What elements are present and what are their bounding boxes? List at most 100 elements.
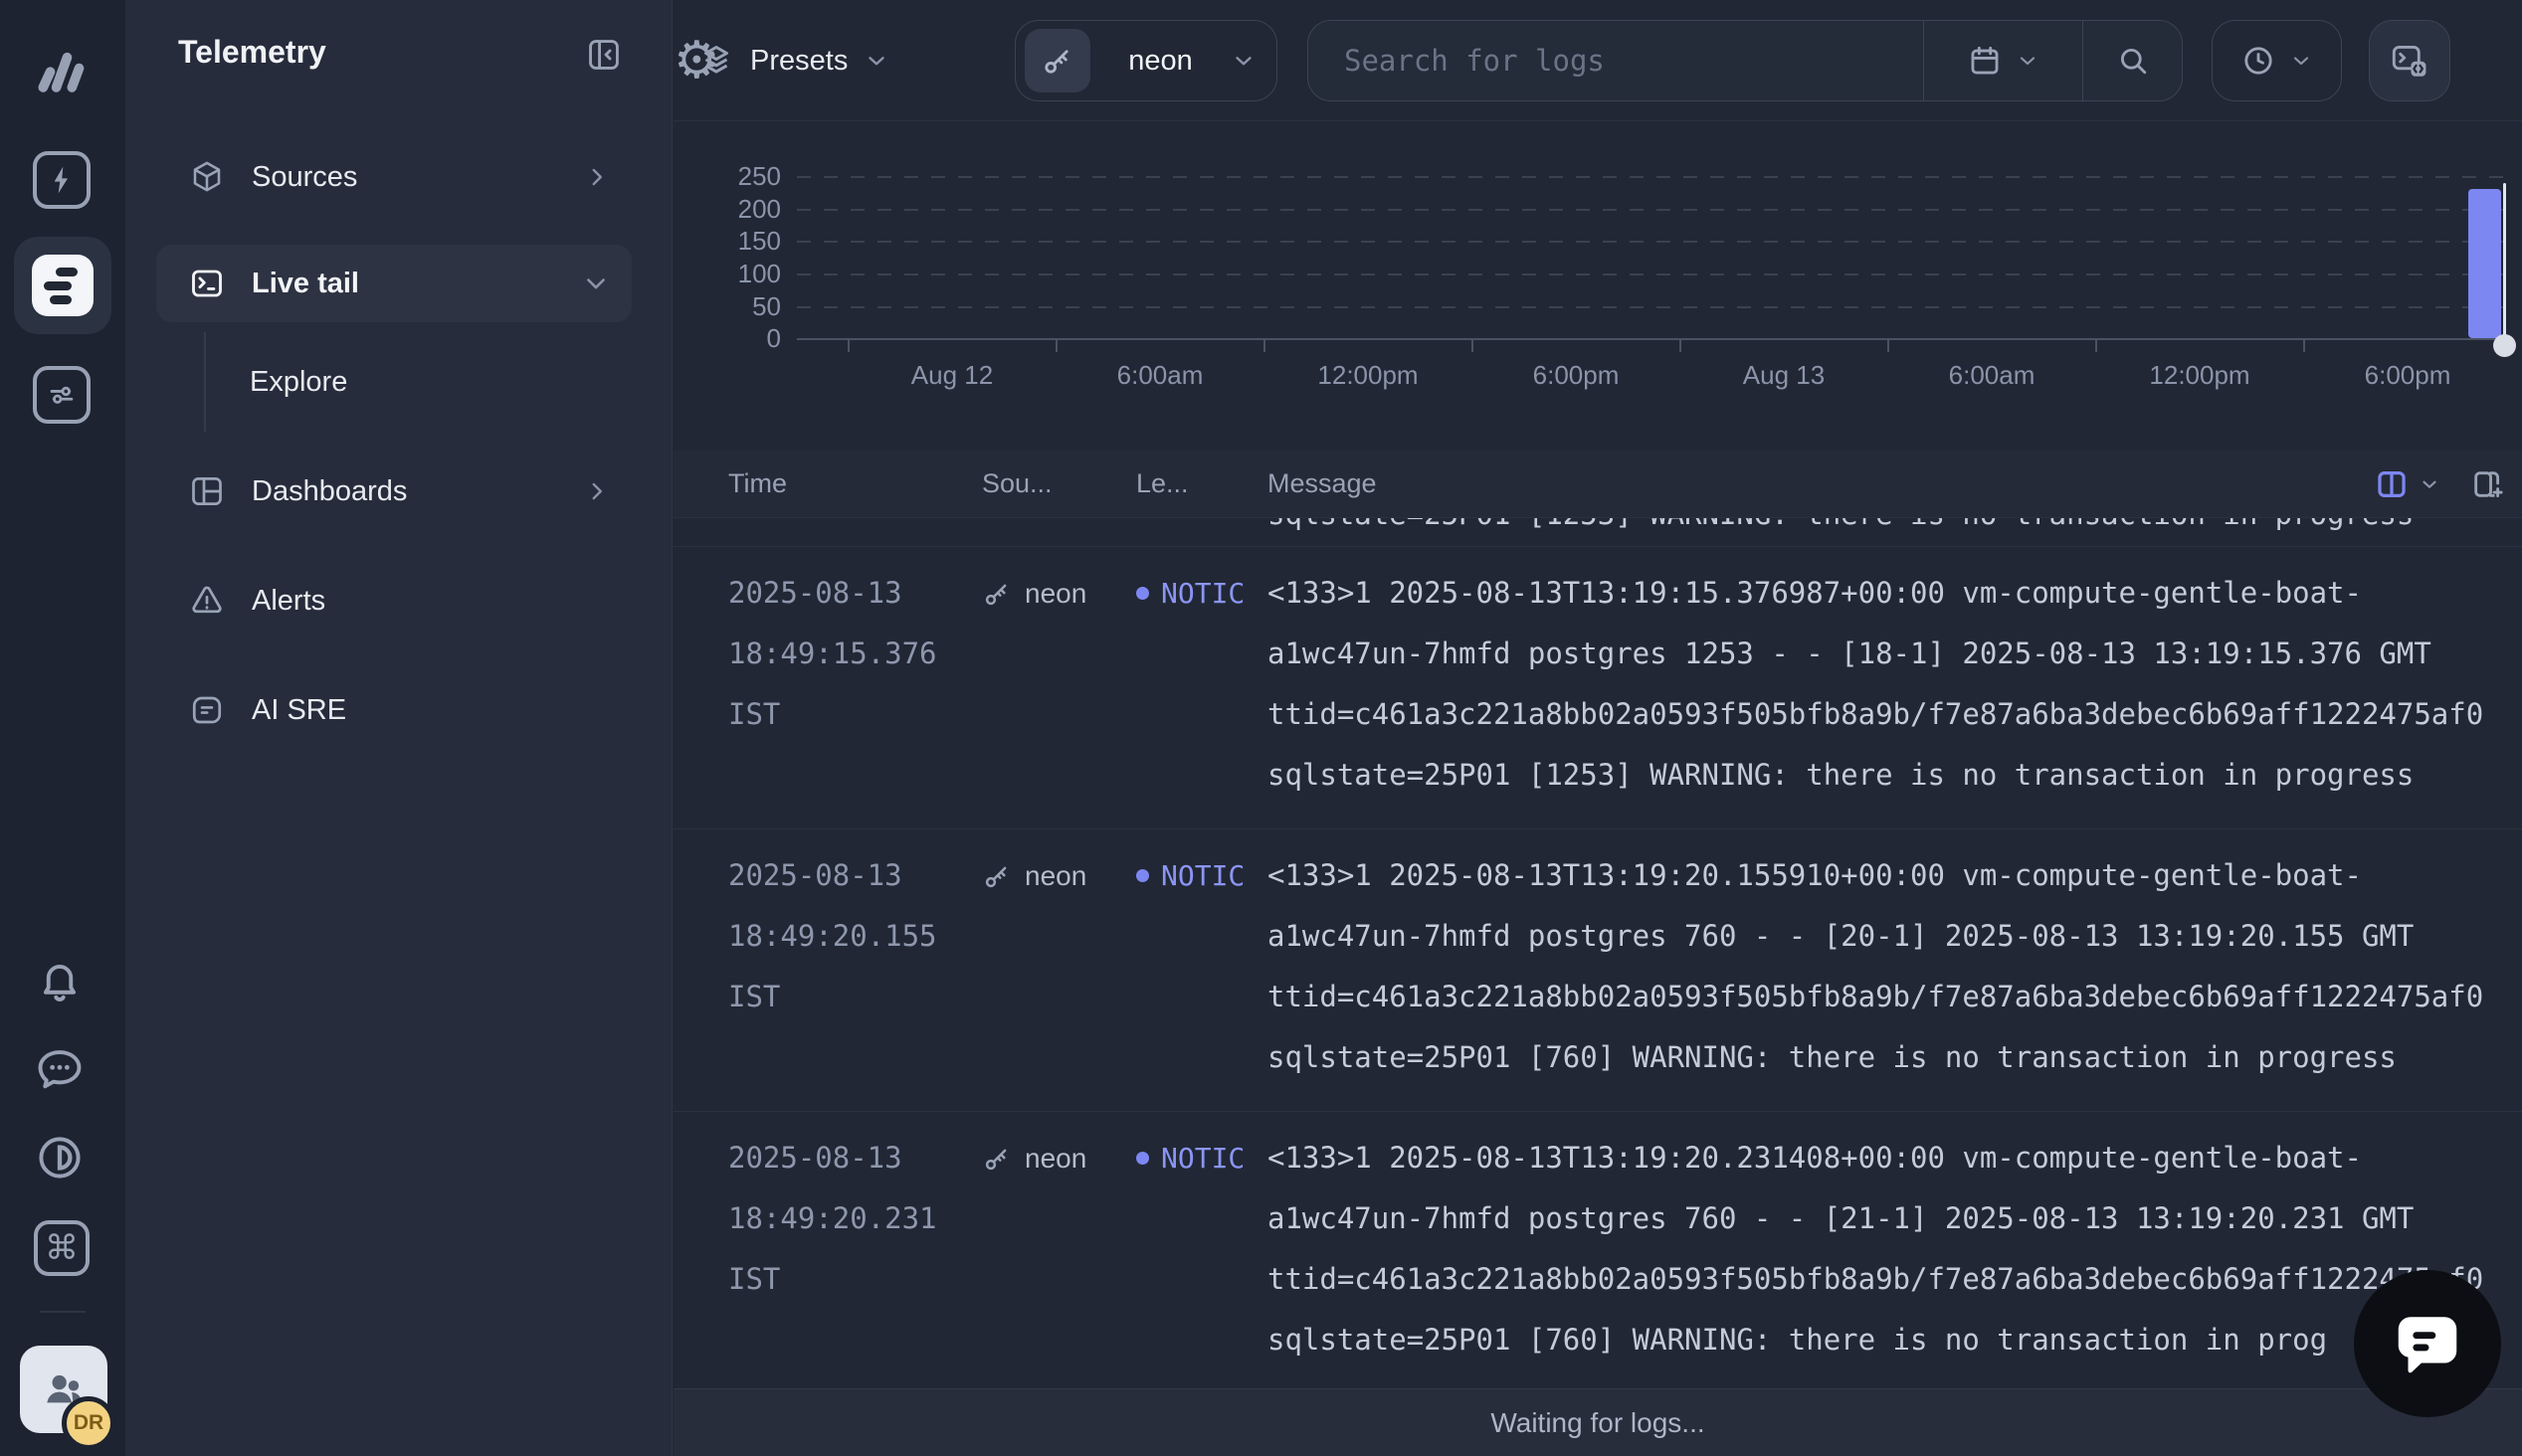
- chevron-down-icon: [1231, 48, 1257, 74]
- log-table: Time Sou... Le... Message: [674, 451, 2522, 1456]
- x-axis-label: Aug 12: [911, 360, 993, 391]
- log-source: neon: [982, 563, 1136, 624]
- terminal-code-icon: [2390, 41, 2429, 81]
- log-row[interactable]: 2025-08-1318:49:20.155IST neon NOTIC <13…: [674, 829, 2522, 1112]
- terminal-icon: [189, 266, 225, 301]
- search-input[interactable]: [1308, 21, 1923, 100]
- column-header-level[interactable]: Le...: [1136, 468, 1267, 499]
- axis-tick: [2303, 339, 2305, 352]
- log-message: <133>1 2025-08-13T13:19:20.155910+00:00 …: [1267, 845, 2522, 1111]
- chevron-right-icon: [584, 164, 610, 190]
- automations-bolt-icon[interactable]: [33, 151, 91, 209]
- controls-sliders-icon[interactable]: [33, 366, 91, 424]
- axis-tick: [2095, 339, 2097, 352]
- add-column-icon[interactable]: [2470, 467, 2504, 501]
- neon-source-icon: [1025, 29, 1090, 92]
- brand-logo-icon[interactable]: [30, 42, 88, 99]
- rail-divider: [40, 1311, 86, 1313]
- level-dot: [1136, 1152, 1149, 1165]
- level-dot: [1136, 869, 1149, 882]
- theme-contrast-icon[interactable]: [34, 1132, 86, 1183]
- time-scrubber-handle[interactable]: [2493, 334, 2516, 357]
- sidebar-item-explore[interactable]: Explore: [156, 343, 632, 421]
- column-header-message[interactable]: Message: [1267, 468, 2522, 499]
- log-row[interactable]: 2025-08-1318:49:20.231IST neon NOTIC <13…: [674, 1112, 2522, 1394]
- waiting-status-text: Waiting for logs...: [1490, 1407, 1704, 1439]
- gridline: [797, 241, 2510, 243]
- y-axis-tick: 0: [674, 324, 781, 352]
- sidebar-item-alerts[interactable]: Alerts: [156, 562, 632, 639]
- log-message: <133>1 2025-08-13T13:19:20.231408+00:00 …: [1267, 1128, 2522, 1393]
- source-select[interactable]: neon: [1015, 20, 1277, 101]
- neon-source-icon: [982, 861, 1012, 891]
- logs-nav-active[interactable]: [14, 237, 111, 334]
- layers-icon: [698, 43, 734, 79]
- chevron-down-icon: [2016, 49, 2039, 73]
- sidebar: Telemetry Sources Live tail: [125, 0, 673, 1456]
- chevron-down-icon: [864, 48, 889, 74]
- chart-bar[interactable]: [2468, 189, 2501, 338]
- time-scrubber-line[interactable]: [2503, 183, 2506, 350]
- log-time: 2025-08-1318:49:15.376IST: [728, 563, 982, 828]
- search-icon: [2116, 44, 2150, 78]
- run-search-button[interactable]: [2083, 21, 2182, 100]
- gridline: [797, 209, 2510, 211]
- log-row[interactable]: 2025-08-1318:49:15.376IST neon NOTIC <13…: [674, 547, 2522, 829]
- chat-bubble-icon: [2389, 1305, 2466, 1382]
- table-header: Time Sou... Le... Message: [674, 451, 2522, 518]
- status-bar: Waiting for logs...: [674, 1388, 2522, 1456]
- sidebar-collapse-icon[interactable]: [585, 36, 623, 79]
- calendar-icon: [1968, 44, 2002, 78]
- alert-triangle-icon: [189, 583, 225, 619]
- gridline: [797, 176, 2510, 178]
- sidebar-item-live-tail[interactable]: Live tail: [156, 245, 632, 322]
- notifications-bell-icon[interactable]: [34, 957, 86, 1008]
- chevron-down-icon[interactable]: [2419, 473, 2440, 495]
- date-range-button[interactable]: [1924, 21, 2082, 100]
- presets-button[interactable]: Presets: [698, 20, 889, 101]
- sidebar-item-label: Alerts: [252, 585, 325, 618]
- x-axis-label: 6:00am: [1949, 360, 2036, 391]
- feedback-chat-icon[interactable]: [34, 1043, 86, 1095]
- sidebar-item-label: Sources: [252, 161, 357, 194]
- columns-layout-icon[interactable]: [2375, 467, 2409, 501]
- source-select-value: neon: [1128, 45, 1193, 78]
- dashboard-grid-icon: [189, 473, 225, 509]
- axis-tick: [1263, 339, 1265, 352]
- support-chat-fab[interactable]: [2354, 1270, 2501, 1417]
- level-dot: [1136, 587, 1149, 600]
- log-time: 2025-08-1318:49:20.231IST: [728, 1128, 982, 1393]
- neon-source-icon: [982, 1144, 1012, 1174]
- y-axis-tick: 200: [674, 195, 781, 223]
- axis-tick: [1887, 339, 1889, 352]
- log-level: NOTIC: [1136, 845, 1267, 906]
- log-row-partial[interactable]: sqlstate=25P01 [1253] WARNING: there is …: [674, 518, 2522, 547]
- column-header-time[interactable]: Time: [728, 468, 982, 499]
- log-volume-chart[interactable]: 250 200 150 100 50 0 Aug 12 6:00am 12:00…: [674, 121, 2522, 451]
- sidebar-item-dashboards[interactable]: Dashboards: [156, 453, 632, 530]
- cube-icon: [189, 159, 225, 195]
- command-shortcuts-icon[interactable]: ⌘: [34, 1220, 90, 1276]
- log-level: NOTIC: [1136, 1128, 1267, 1188]
- column-header-source[interactable]: Sou...: [982, 468, 1136, 499]
- logs-icon: [32, 255, 94, 316]
- y-axis-tick: 250: [674, 162, 781, 190]
- icon-rail: ⌘ DR: [0, 0, 125, 1456]
- query-console-button[interactable]: [2369, 20, 2450, 101]
- log-source: neon: [982, 845, 1136, 906]
- y-axis-tick: 150: [674, 227, 781, 255]
- x-axis-label: 12:00pm: [1317, 360, 1418, 391]
- log-message-clipped: sqlstate=25P01 [1253] WARNING: there is …: [1267, 518, 2414, 545]
- sidebar-item-ai-sre[interactable]: AI SRE: [156, 671, 632, 749]
- chevron-down-icon: [582, 270, 610, 297]
- sidebar-item-label: Dashboards: [252, 475, 407, 508]
- gridline: [797, 273, 2510, 275]
- axis-tick: [1056, 339, 1058, 352]
- ai-chat-icon: [189, 692, 225, 728]
- sidebar-item-sources[interactable]: Sources: [156, 138, 632, 216]
- x-axis-label: 12:00pm: [2149, 360, 2249, 391]
- time-range-button[interactable]: [2212, 20, 2342, 101]
- app-window: ⌘ DR Telemetry Sources: [0, 0, 2522, 1456]
- main-content: Presets neon: [674, 0, 2522, 1456]
- axis-tick: [1679, 339, 1681, 352]
